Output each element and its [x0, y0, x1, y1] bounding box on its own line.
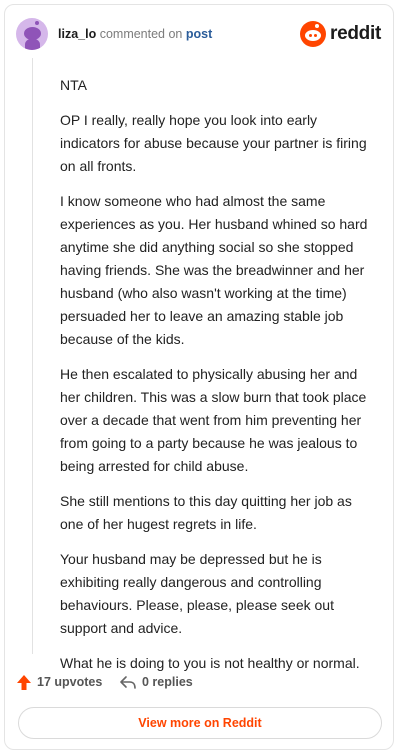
logo-left-eye [309, 34, 312, 37]
post-link[interactable]: post [186, 27, 212, 41]
comment-body: NTA OP I really, really hope you look in… [60, 74, 378, 687]
reddit-logo-icon [300, 21, 326, 47]
replies-count: 0 replies [142, 675, 193, 689]
avatar-antenna [35, 21, 39, 25]
comment-header: liza_lo commented on post reddit [16, 18, 384, 50]
comment-paragraph: What he is doing to you is not healthy o… [60, 655, 360, 671]
comment-paragraph: Your husband may be depressed but he is … [60, 551, 334, 636]
upvotes-count: 17 upvotes [37, 675, 103, 689]
upvote-arrow-icon [17, 674, 31, 690]
reddit-wordmark: reddit [330, 23, 381, 44]
comment-paragraph: I know someone who had almost the same e… [60, 193, 368, 347]
comment-paragraph: NTA [60, 77, 87, 93]
reddit-brand-link[interactable]: reddit [300, 21, 384, 47]
comment-paragraph: He then escalated to physically abusing … [60, 366, 367, 474]
reply-arrow-icon [120, 676, 136, 689]
username-link[interactable]: liza_lo [58, 27, 96, 41]
comment-paragraph: She still mentions to this day quitting … [60, 493, 352, 532]
comment-meta: liza_lo commented on post [58, 27, 212, 41]
avatar-body [25, 39, 40, 50]
upvote-button[interactable]: 17 upvotes [16, 672, 102, 692]
logo-antenna [315, 24, 319, 28]
logo-right-eye [314, 34, 317, 37]
view-more-on-reddit-button[interactable]: View more on Reddit [18, 707, 382, 739]
user-avatar[interactable] [16, 18, 48, 50]
thread-line[interactable] [32, 58, 33, 654]
commented-on-text: commented on [99, 27, 183, 41]
reply-button[interactable]: 0 replies [119, 672, 193, 692]
comment-paragraph: OP I really, really hope you look into e… [60, 112, 367, 174]
logo-face [305, 30, 321, 41]
